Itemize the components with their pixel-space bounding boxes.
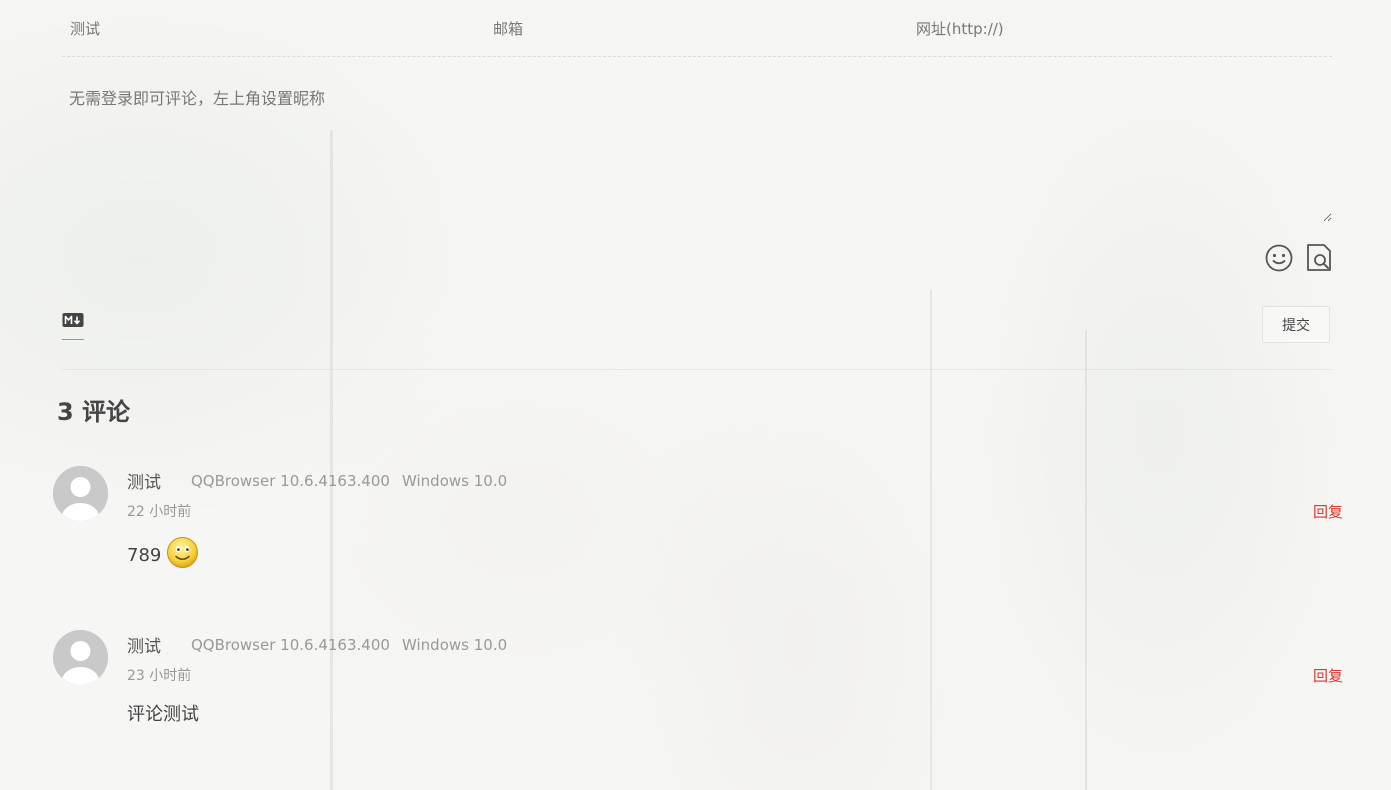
- markdown-icon[interactable]: [62, 312, 84, 340]
- comment-time: 23 小时前: [127, 668, 192, 684]
- avatar-icon: [53, 630, 108, 685]
- emoji-icon[interactable]: [1264, 242, 1294, 274]
- reply-button[interactable]: 回复: [1313, 501, 1343, 522]
- os-badge: Windows 10.0: [402, 636, 508, 654]
- comment-author[interactable]: 测试: [127, 632, 161, 657]
- comment-item: 测试 QQBrowser 10.6.4163.400 Windows 10.0 …: [53, 466, 1353, 576]
- preview-icon[interactable]: [1304, 242, 1334, 274]
- email-input[interactable]: [485, 0, 908, 57]
- comment-content: 评论测试: [127, 700, 199, 726]
- comment-text: 789: [127, 544, 162, 566]
- comment-count-heading: 3 评论: [57, 398, 131, 426]
- website-input[interactable]: [908, 0, 1331, 57]
- comment-author[interactable]: 测试: [127, 468, 161, 493]
- meta-fields-row: [62, 0, 1332, 57]
- submit-button[interactable]: 提交: [1262, 306, 1330, 343]
- smiley-emoji-icon: [166, 536, 199, 574]
- os-badge: Windows 10.0: [402, 472, 508, 490]
- nickname-input[interactable]: [62, 0, 485, 57]
- browser-badge: QQBrowser 10.6.4163.400: [191, 472, 390, 490]
- browser-badge: QQBrowser 10.6.4163.400: [191, 636, 390, 654]
- comment-time: 22 小时前: [127, 504, 192, 520]
- comment-form: 提交: [50, 0, 1346, 370]
- reply-button[interactable]: 回复: [1313, 665, 1343, 686]
- divider: [62, 369, 1332, 370]
- avatar-icon: [53, 466, 108, 521]
- comment-content: 789: [127, 536, 199, 574]
- comment-editor[interactable]: [62, 76, 1332, 222]
- comment-text: 评论测试: [127, 704, 199, 725]
- comment-item: 测试 QQBrowser 10.6.4163.400 Windows 10.0 …: [53, 630, 1353, 740]
